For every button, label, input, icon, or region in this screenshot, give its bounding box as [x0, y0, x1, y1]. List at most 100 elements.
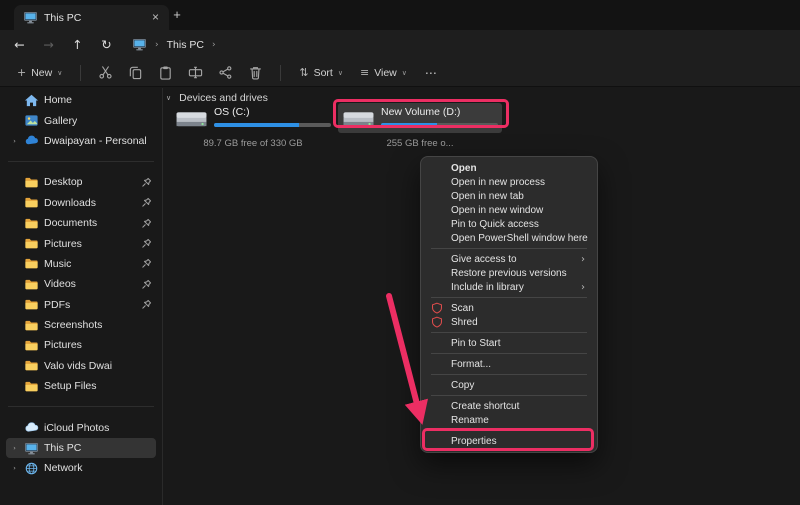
sidebar-item-screenshots[interactable]: Screenshots: [6, 315, 156, 335]
navigation-sidebar: Home Gallery › Dwaipayan - Personal Desk…: [0, 88, 163, 505]
sidebar-item-label: This PC: [44, 442, 81, 454]
sort-button[interactable]: ⇅ Sort ∨: [292, 62, 350, 84]
onedrive-cloud-icon: [24, 133, 39, 148]
sidebar-item-label: Videos: [44, 278, 76, 290]
sidebar-item-home[interactable]: Home: [6, 90, 156, 110]
breadcrumb-separator-icon: ›: [212, 40, 216, 50]
sidebar-item-onedrive[interactable]: › Dwaipayan - Personal: [6, 131, 156, 151]
chevron-down-icon: ∨: [57, 69, 62, 77]
file-explorer-window: This PC × + ← → ↑ ↻ › This PC › + New ∨: [0, 0, 800, 505]
forward-button[interactable]: →: [35, 37, 62, 52]
rename-button[interactable]: [182, 62, 209, 84]
navigation-bar: ← → ↑ ↻ › This PC ›: [0, 30, 800, 59]
folder-icon: [24, 379, 39, 394]
menu-item-restore-previous-versions[interactable]: Restore previous versions: [421, 266, 597, 280]
pin-icon: [141, 218, 152, 229]
delete-button[interactable]: [242, 62, 269, 84]
menu-item-open-powershell-window-here[interactable]: Open PowerShell window here: [421, 231, 597, 245]
folder-icon: [24, 297, 39, 312]
menu-item-open-in-new-tab[interactable]: Open in new tab: [421, 189, 597, 203]
drive-free-space: 255 GB free o...: [338, 138, 502, 149]
folder-icon: [24, 236, 39, 251]
back-button[interactable]: ←: [6, 37, 33, 52]
sidebar-item-videos[interactable]: Videos: [6, 274, 156, 294]
shield-icon: [431, 316, 443, 328]
icloud-icon: [24, 420, 39, 435]
sidebar-item-setup-files[interactable]: Setup Files: [6, 376, 156, 396]
hard-drive-icon: [175, 105, 208, 131]
submenu-chevron-icon: ›: [581, 254, 585, 265]
sidebar-item-network[interactable]: › Network: [6, 458, 156, 478]
menu-item-rename[interactable]: Rename: [421, 413, 597, 427]
folder-icon: [24, 195, 39, 210]
menu-separator: [431, 297, 587, 298]
sidebar-item-label: Pictures: [44, 339, 82, 351]
rename-icon: [188, 65, 203, 80]
sort-arrows-icon: ⇅: [299, 66, 308, 79]
location-monitor-icon: [132, 37, 147, 52]
menu-item-copy[interactable]: Copy: [421, 378, 597, 392]
context-menu: Open Open in new process Open in new tab…: [420, 156, 598, 453]
sidebar-item-pictures-2[interactable]: Pictures: [6, 335, 156, 355]
expand-chevron-icon[interactable]: ›: [10, 444, 19, 452]
menu-item-create-shortcut[interactable]: Create shortcut: [421, 399, 597, 413]
menu-separator: [431, 353, 587, 354]
new-button[interactable]: + New ∨: [10, 62, 69, 84]
sidebar-item-pictures[interactable]: Pictures: [6, 233, 156, 253]
copy-button[interactable]: [122, 62, 149, 84]
refresh-button[interactable]: ↻: [93, 37, 120, 52]
copy-icon: [128, 65, 143, 80]
share-button[interactable]: [212, 62, 239, 84]
menu-item-pin-to-start[interactable]: Pin to Start: [421, 336, 597, 350]
sidebar-item-label: Documents: [44, 217, 97, 229]
menu-item-include-in-library[interactable]: Include in library ›: [421, 280, 597, 294]
menu-item-format[interactable]: Format...: [421, 357, 597, 371]
command-toolbar: + New ∨ ⇅ Sort ∨ ≡ View ∨ ⋯: [0, 59, 800, 87]
sidebar-item-label: PDFs: [44, 299, 70, 311]
cut-button[interactable]: [92, 62, 119, 84]
scissors-icon: [98, 65, 113, 80]
breadcrumb-this-pc[interactable]: This PC: [167, 39, 204, 51]
expand-chevron-icon[interactable]: ›: [10, 464, 19, 472]
menu-item-scan[interactable]: Scan: [421, 301, 597, 315]
submenu-chevron-icon: ›: [581, 282, 585, 293]
menu-item-open[interactable]: Open: [421, 161, 597, 175]
pin-icon: [141, 197, 152, 208]
menu-item-open-in-new-window[interactable]: Open in new window: [421, 203, 597, 217]
sidebar-item-this-pc[interactable]: › This PC: [6, 438, 156, 458]
drive-os-c[interactable]: OS (C:) 89.7 GB free of 330 GB: [171, 103, 335, 149]
toolbar-divider: [80, 65, 81, 81]
sidebar-item-icloud-photos[interactable]: iCloud Photos: [6, 417, 156, 437]
gallery-icon: [24, 113, 39, 128]
section-collapse-chevron-icon[interactable]: ∨: [166, 94, 171, 102]
network-icon: [24, 461, 39, 476]
menu-item-give-access-to[interactable]: Give access to ›: [421, 252, 597, 266]
paste-button[interactable]: [152, 62, 179, 84]
menu-item-pin-to-quick-access[interactable]: Pin to Quick access: [421, 217, 597, 231]
address-bar[interactable]: › This PC ›: [132, 37, 216, 52]
menu-item-shred[interactable]: Shred: [421, 315, 597, 329]
sidebar-item-valo-vids-dwai[interactable]: Valo vids Dwai: [6, 356, 156, 376]
sidebar-item-desktop[interactable]: Desktop: [6, 172, 156, 192]
see-more-button[interactable]: ⋯: [417, 66, 446, 80]
tab-this-pc[interactable]: This PC ×: [14, 5, 169, 30]
new-tab-button[interactable]: +: [168, 7, 186, 22]
drive-capacity-fill: [214, 123, 299, 127]
sidebar-item-documents[interactable]: Documents: [6, 213, 156, 233]
sidebar-item-music[interactable]: Music: [6, 254, 156, 274]
folder-icon: [24, 358, 39, 373]
tab-close-icon[interactable]: ×: [148, 10, 163, 25]
sidebar-item-label: Dwaipayan - Personal: [44, 135, 147, 147]
folder-icon: [24, 216, 39, 231]
menu-separator: [431, 374, 587, 375]
sidebar-item-pdfs[interactable]: PDFs: [6, 295, 156, 315]
sidebar-item-gallery[interactable]: Gallery: [6, 110, 156, 130]
sidebar-item-downloads[interactable]: Downloads: [6, 193, 156, 213]
menu-item-open-in-new-process[interactable]: Open in new process: [421, 175, 597, 189]
expand-chevron-icon[interactable]: ›: [10, 137, 19, 145]
folder-icon: [24, 256, 39, 271]
up-button[interactable]: ↑: [64, 37, 91, 52]
tab-title: This PC: [44, 12, 142, 24]
menu-separator: [431, 395, 587, 396]
view-button[interactable]: ≡ View ∨: [353, 62, 414, 84]
